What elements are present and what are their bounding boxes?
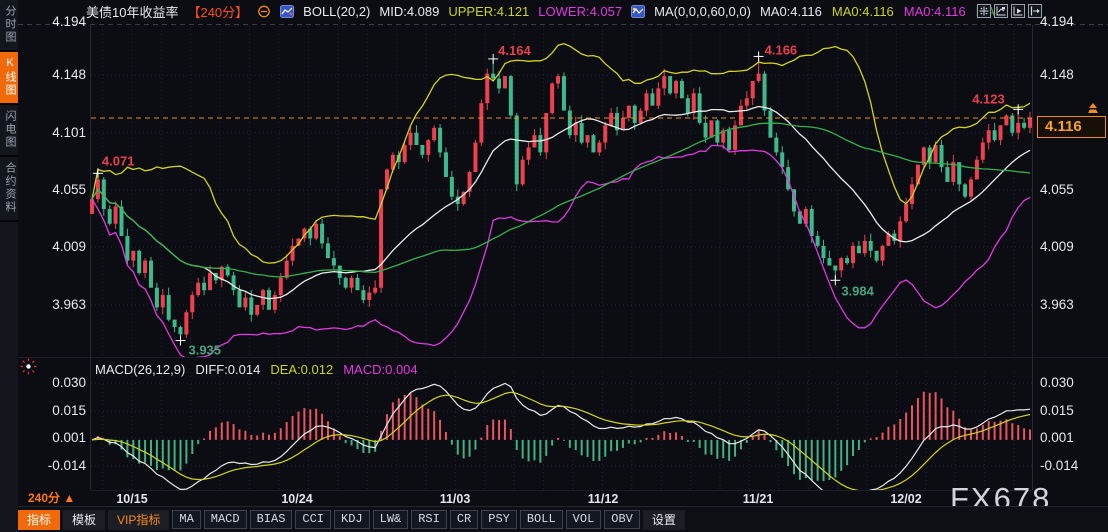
candles-layer (90, 56, 1032, 340)
svg-text:12/02: 12/02 (890, 492, 921, 506)
instrument-title: 美债10年收益率 (86, 2, 178, 21)
svg-text:4.166: 4.166 (765, 42, 798, 57)
ma-params-label: MA(0,0,0,60,0,0) (654, 4, 751, 19)
svg-text:-0.014: -0.014 (1040, 458, 1079, 473)
ma-value-0: MA0:4.116 (760, 4, 822, 19)
current-price-badge: 4.116 (1037, 116, 1106, 138)
macd-params-label: MACD(26,12,9) (95, 362, 185, 377)
svg-text:0.015: 0.015 (1040, 403, 1074, 418)
svg-text:10/15: 10/15 (116, 492, 147, 506)
svg-text:4.101: 4.101 (52, 125, 86, 140)
toolbar-button-kdj[interactable]: KDJ (334, 510, 370, 529)
period-label: 【240分】 (187, 2, 248, 21)
svg-text:4.055: 4.055 (1040, 182, 1074, 197)
svg-text:4.148: 4.148 (52, 67, 86, 82)
svg-text:4.009: 4.009 (52, 239, 86, 254)
sidebar-tab-kline-chart[interactable]: K线图 (0, 52, 18, 105)
svg-text:4.148: 4.148 (1040, 67, 1074, 82)
toolbar-button-psy[interactable]: PSY (481, 510, 517, 529)
svg-text:4.055: 4.055 (52, 182, 86, 197)
pan-right-icon[interactable] (1028, 4, 1042, 18)
svg-text:4.164: 4.164 (498, 43, 531, 58)
toolbar-button-rsi[interactable]: RSI (411, 510, 447, 529)
crosshair-tool-icon[interactable] (977, 4, 991, 18)
sidebar-tab-lightning-chart[interactable]: 闪电图 (0, 105, 18, 157)
boll-lower-value: LOWER:4.057 (538, 4, 622, 19)
toolbar-button-lwr[interactable]: LW& (373, 510, 409, 529)
toolbar-button-obv[interactable]: OBV (604, 510, 640, 529)
chart-tool-buttons (977, 4, 1042, 18)
toolbar-button-cci[interactable]: CCI (295, 510, 331, 529)
svg-text:3.963: 3.963 (1040, 297, 1074, 312)
toolbar-button-bias[interactable]: BIAS (250, 510, 293, 529)
indicator-top-bar: 美债10年收益率 【240分】 BOLL(20,2) MID:4.089 UPP… (18, 0, 1108, 23)
footer-period-label[interactable]: 240分 ▲ (28, 489, 75, 506)
ma-value-2: MA0:4.116 (904, 4, 966, 19)
svg-text:3.984: 3.984 (841, 283, 874, 298)
boll-upper-value: UPPER:4.121 (448, 4, 529, 19)
svg-text:0.001: 0.001 (1040, 430, 1074, 445)
ma-value-1: MA0:4.116 (832, 4, 894, 19)
toolbar-button-vol[interactable]: VOL (566, 510, 602, 529)
svg-text:11/21: 11/21 (743, 492, 774, 506)
macd-layer (92, 383, 1030, 500)
macd-header: MACD(26,12,9) DIFF:0.014 DEA:0.012 MACD:… (95, 362, 418, 377)
toolbar-button-templates[interactable]: 模板 (63, 510, 105, 530)
sidebar-tab-time-share-chart[interactable]: 分时图 (0, 0, 18, 52)
macd-macd-value: MACD:0.004 (343, 362, 417, 377)
toolbar-button-boll[interactable]: BOLL (520, 510, 563, 529)
annotations-layer: 4.071 3.935 4.164 4.166 3.984 4.123 (93, 42, 1023, 357)
svg-text:4.123: 4.123 (972, 91, 1005, 106)
svg-text:3.935: 3.935 (188, 343, 221, 358)
svg-text:11/03: 11/03 (440, 492, 471, 506)
svg-text:3.963: 3.963 (52, 297, 86, 312)
toolbar-button-macd[interactable]: MACD (204, 510, 247, 529)
chart-type-sidebar: 分时图K线图闪电图合约资料 (0, 0, 18, 532)
toolbar-button-ma[interactable]: MA (172, 510, 200, 529)
sidebar-tab-contract-info[interactable]: 合约资料 (0, 157, 18, 222)
indicator-toolbar: 指标模板VIP指标MAMACDBIASCCIKDJLW&RSICRPSYBOLL… (18, 506, 1108, 532)
alert-sun-icon (20, 358, 37, 378)
svg-text:-0.014: -0.014 (48, 458, 87, 473)
ma-values-group: MA0:4.116MA0:4.116MA0:4.116MA (760, 4, 995, 19)
collapse-minus-icon[interactable] (257, 5, 271, 18)
trading-app-window: 4.0713.9354.1644.1663.9844.1234.1944.194… (0, 0, 1108, 532)
svg-text:4.009: 4.009 (1040, 239, 1074, 254)
toolbar-button-vip-indicators[interactable]: VIP指标 (108, 510, 169, 530)
macd-diff-value: DIFF:0.014 (195, 362, 260, 377)
toolbar-button-cr[interactable]: CR (450, 510, 478, 529)
svg-text:0.001: 0.001 (52, 430, 86, 445)
boll-mid-value: MID:4.089 (379, 4, 439, 19)
svg-text:10/24: 10/24 (281, 492, 312, 506)
zoom-in-axis-icon[interactable] (994, 4, 1008, 18)
ma-indicator-icon (631, 5, 645, 18)
zoom-out-axis-icon[interactable] (1011, 4, 1025, 18)
price-up-arrow-icon (1086, 103, 1100, 118)
svg-text:11/12: 11/12 (588, 492, 619, 506)
boll-label: BOLL(20,2) (303, 4, 370, 19)
svg-text:0.030: 0.030 (52, 375, 86, 390)
svg-text:0.030: 0.030 (1040, 375, 1074, 390)
svg-text:4.071: 4.071 (102, 153, 135, 168)
toolbar-button-indicators[interactable]: 指标 (18, 510, 60, 530)
boll-indicator-icon (280, 5, 294, 18)
toolbar-button-settings[interactable]: 设置 (643, 510, 685, 530)
chart-canvas[interactable]: 4.0713.9354.1644.1663.9844.1234.1944.194… (0, 0, 1108, 532)
macd-dea-value: DEA:0.012 (270, 362, 333, 377)
svg-text:0.015: 0.015 (52, 403, 86, 418)
